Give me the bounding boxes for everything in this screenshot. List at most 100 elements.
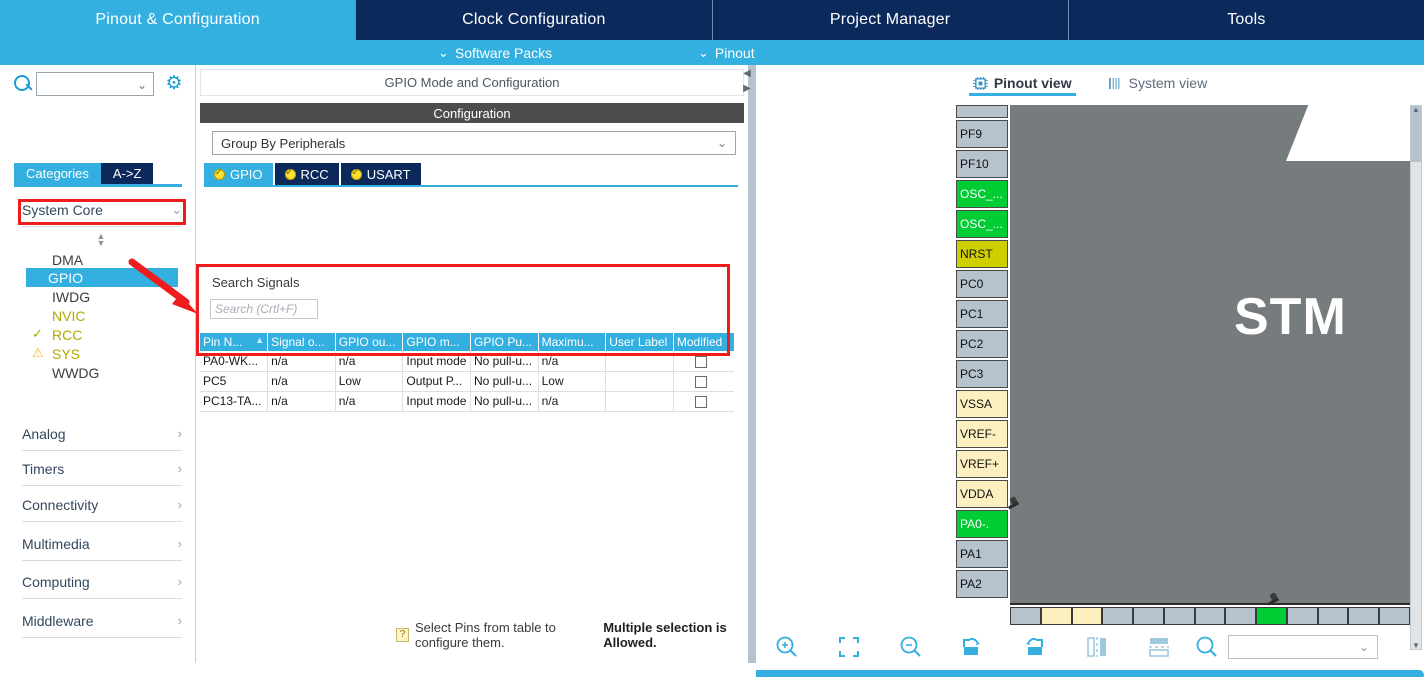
chip-outline [1010,105,1410,605]
rotate-right-button[interactable] [942,625,1004,669]
pin-vssa[interactable]: VSSA [956,390,1008,418]
column-header-user-label[interactable]: User Label [605,333,674,351]
pin-configuration-table[interactable]: Pin N... ▲ Signal o... GPIO ou... GPIO m.… [200,333,734,412]
tab-pinout-configuration[interactable]: Pinout & Configuration [0,0,357,40]
flip-vertical-button[interactable] [1128,625,1190,669]
column-header-gpio-output[interactable]: GPIO ou... [335,333,404,351]
sidebar-item-dma[interactable]: DMA [30,250,180,269]
bottom-pin[interactable] [1102,607,1134,625]
bottom-pin[interactable] [1225,607,1257,625]
pin-pf10[interactable]: PF10 [956,150,1008,178]
scroll-up-icon[interactable]: ▲ [1412,105,1420,114]
cell-user-label[interactable] [605,351,674,372]
scroll-spinner-icon[interactable]: ▲ ▼ [92,232,110,248]
pin-pf9[interactable]: PF9 [956,120,1008,148]
zoom-out-button[interactable] [880,625,942,669]
pin-pf8-clipped[interactable] [956,105,1008,118]
search-icon[interactable] [1194,634,1220,660]
peripheral-tab-group: GPIO RCC USART [204,163,423,185]
splitter-collapse-arrows[interactable]: ◀ ▶ [741,66,753,100]
tab-usart[interactable]: USART [340,163,421,185]
sidebar-group-computing[interactable]: Computing › [22,565,182,599]
pin-pc3[interactable]: PC3 [956,360,1008,388]
bottom-pin[interactable] [1010,607,1041,625]
zoom-in-button[interactable] [756,625,818,669]
modified-checkbox[interactable] [694,375,707,388]
column-header-gpio-pull[interactable]: GPIO Pu... [470,333,539,351]
pin-label: PF10 [960,157,989,171]
column-header-modified[interactable]: Modified [673,333,734,351]
bottom-pin[interactable] [1194,607,1226,625]
sidebar-item-nvic[interactable]: NVIC [30,306,180,325]
search-signals-input[interactable]: Search (Crtl+F) [210,299,318,319]
column-header-pin-name[interactable]: Pin N... ▲ [200,333,269,351]
rotate-left-button[interactable] [1004,625,1066,669]
sidebar-search-input[interactable]: ⌄ [36,72,154,96]
fit-to-screen-button[interactable] [818,625,880,669]
cell-pull: No pull-u... [470,391,539,412]
sidebar-item-gpio[interactable]: GPIO [26,268,178,287]
sidebar-item-iwdg[interactable]: IWDG [30,287,180,306]
sidebar-group-analog[interactable]: Analog › [22,417,182,451]
sidebar-group-multimedia[interactable]: Multimedia › [22,527,182,561]
table-row[interactable]: PC5 n/a Low Output P... No pull-u... Low [200,371,734,392]
pin-pa2[interactable]: PA2 [956,570,1008,598]
bottom-pin[interactable] [1379,607,1410,625]
table-row[interactable]: PC13-TA... n/a n/a Input mode No pull-u.… [200,391,734,412]
pinout-search-input[interactable]: ⌄ [1228,635,1378,659]
pin-vref-minus[interactable]: VREF- [956,420,1008,448]
modified-checkbox[interactable] [694,355,707,368]
pin-pc2[interactable]: PC2 [956,330,1008,358]
sidebar-group-timers[interactable]: Timers › [22,452,182,486]
sidebar-group-system-core[interactable]: System Core ⌄ [22,193,182,227]
cell-user-label[interactable] [605,371,674,392]
menu-pinout[interactable]: ⌄ Pinout [698,40,755,65]
pin-pa0[interactable]: PA0-. [956,510,1008,538]
tab-clock-configuration[interactable]: Clock Configuration [356,0,713,40]
tab-gpio[interactable]: GPIO [204,163,273,185]
pin-nrst[interactable]: NRST [956,240,1008,268]
sidebar-tab-categories[interactable]: Categories [14,163,101,184]
flip-horizontal-button[interactable] [1066,625,1128,669]
column-header-gpio-mode[interactable]: GPIO m... [402,333,471,351]
sidebar-item-wwdg[interactable]: WWDG [30,363,180,382]
chip-diagram[interactable]: STM PF9 PF10 OSC_... OSC_... NRST PC0 PC… [956,105,1424,665]
pin-pc1[interactable]: PC1 [956,300,1008,328]
cell-signal: n/a [267,391,336,412]
cell-user-label[interactable] [605,391,674,412]
pinout-vertical-scrollbar[interactable]: ▲ ▼ [1410,105,1422,650]
column-header-maximum[interactable]: Maximu... [538,333,607,351]
scrollbar-thumb[interactable] [1411,106,1421,162]
pin-osc-out[interactable]: OSC_... [956,210,1008,238]
tab-project-manager[interactable]: Project Manager [713,0,1069,40]
tab-system-view[interactable]: System view [1108,68,1207,98]
bottom-pin[interactable] [1286,607,1318,625]
bottom-pin[interactable] [1256,607,1287,625]
group-by-dropdown[interactable]: Group By Peripherals ⌄ [212,131,736,155]
pin-pa1[interactable]: PA1 [956,540,1008,568]
bottom-pin[interactable] [1071,607,1103,625]
bottom-pin[interactable] [1133,607,1164,625]
sidebar-item-rcc[interactable]: ✓ RCC [30,325,180,344]
bottom-pin[interactable] [1040,607,1072,625]
pin-pc0[interactable]: PC0 [956,270,1008,298]
bottom-pin[interactable] [1317,607,1349,625]
table-row[interactable]: PA0-WK... n/a n/a Input mode No pull-u..… [200,351,734,372]
sidebar-item-sys[interactable]: ⚠ SYS [30,344,180,363]
sidebar-group-middleware[interactable]: Middleware › [22,604,182,638]
tab-tools[interactable]: Tools [1069,0,1424,40]
pin-vdda[interactable]: VDDA [956,480,1008,508]
tab-pinout-view[interactable]: Pinout view [968,68,1076,98]
modified-checkbox[interactable] [694,395,707,408]
panel-splitter[interactable] [748,65,756,663]
pin-vref-plus[interactable]: VREF+ [956,450,1008,478]
bottom-pin[interactable] [1348,607,1380,625]
column-header-signal[interactable]: Signal o... [267,333,336,351]
sidebar-tab-a-to-z[interactable]: A->Z [100,163,154,184]
pin-osc-in[interactable]: OSC_... [956,180,1008,208]
menu-software-packs[interactable]: ⌄ Software Packs [438,40,552,65]
gear-icon[interactable]: ⚙ [164,74,184,94]
sidebar-group-connectivity[interactable]: Connectivity › [22,488,182,522]
bottom-pin[interactable] [1163,607,1195,625]
tab-rcc[interactable]: RCC [274,163,339,185]
